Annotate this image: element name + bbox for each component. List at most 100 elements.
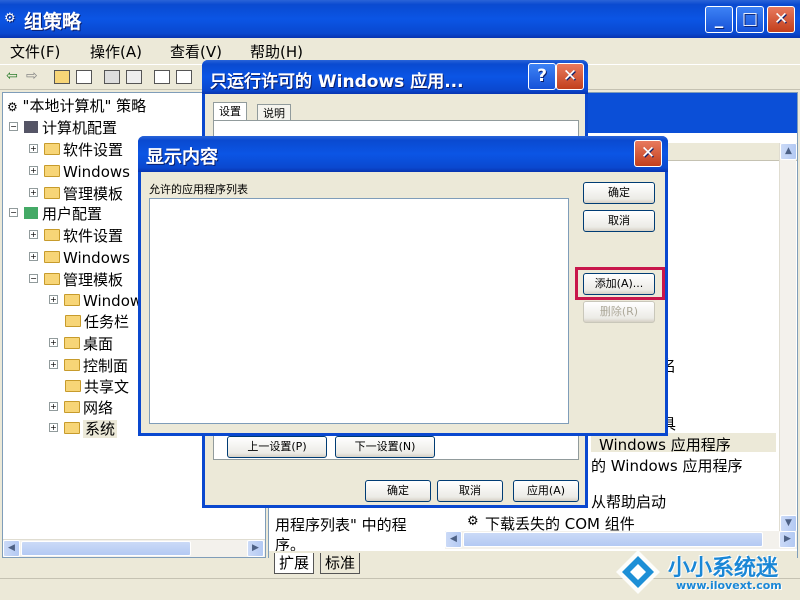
up-folder-icon[interactable] — [54, 70, 70, 84]
tree-node-user-config[interactable]: − 用户配置 — [9, 203, 102, 225]
policy-dialog-help-button[interactable]: ? — [528, 63, 556, 90]
tree-node-computer-config[interactable]: − 计算机配置 — [9, 117, 117, 139]
tree-label: 网络 — [83, 399, 114, 417]
policy-item-1[interactable]: Windows 应用程序 — [599, 434, 731, 455]
show-contents-cancel-button[interactable]: 取消 — [583, 210, 655, 232]
expand-icon[interactable]: + — [49, 360, 58, 369]
tree-node-taskbar[interactable]: 任务栏 — [65, 311, 129, 333]
scroll-right-arrow[interactable]: ▶ — [779, 531, 796, 548]
menu-file[interactable]: 文件(F) — [10, 41, 60, 62]
policy-apply-button[interactable]: 应用(A) — [513, 480, 579, 502]
tree-hscrollbar[interactable]: ◀ ▶ — [3, 539, 265, 557]
tree-node-network[interactable]: + 网络 — [49, 397, 113, 419]
tab-explain-label: 说明 — [263, 107, 285, 120]
tab-settings[interactable]: 设置 — [213, 102, 247, 121]
scroll-thumb[interactable] — [21, 541, 191, 556]
folder-icon — [44, 228, 60, 241]
tree-label: 计算机配置 — [42, 119, 118, 137]
folder-open-icon — [44, 272, 60, 285]
computer-icon — [24, 120, 38, 133]
tree-root[interactable]: ⚙ "本地计算机" 策略 — [7, 95, 146, 117]
remove-button-label: 删除(R) — [599, 305, 639, 318]
expand-icon[interactable]: + — [49, 338, 58, 347]
policy-ok-button[interactable]: 确定 — [365, 480, 431, 502]
details-hscrollbar[interactable]: ◀ ▶ — [445, 531, 797, 549]
tree-node-software-settings-user[interactable]: + 软件设置 — [29, 225, 123, 247]
tree-node-system[interactable]: + 系统 — [49, 418, 118, 440]
previous-setting-label: 上一设置(P) — [247, 440, 307, 453]
next-setting-button[interactable]: 下一设置(N) — [335, 436, 435, 458]
console-icon[interactable] — [176, 70, 192, 84]
tree-label: 管理模板 — [63, 185, 124, 203]
close-button[interactable]: ✕ — [767, 6, 795, 33]
tree-node-windows-components[interactable]: + Window — [49, 290, 142, 312]
expand-icon[interactable]: + — [29, 230, 38, 239]
tree-node-windows-settings-user[interactable]: + Windows — [29, 247, 130, 269]
policy-item-2[interactable]: 的 Windows 应用程序 — [591, 455, 743, 476]
expand-icon[interactable]: + — [29, 144, 38, 153]
tree-node-shared-folders[interactable]: 共享文 — [65, 376, 129, 398]
back-icon[interactable]: ⇦ — [6, 68, 18, 84]
tree-node-desktop[interactable]: + 桌面 — [49, 333, 113, 355]
menu-action[interactable]: 操作(A) — [90, 41, 142, 62]
tree-label: 用户配置 — [42, 205, 103, 223]
add-button[interactable]: 添加(A)... — [583, 273, 655, 295]
scroll-left-arrow[interactable]: ◀ — [3, 540, 20, 557]
show-contents-ok-label: 确定 — [608, 186, 630, 199]
show-contents-close-button[interactable]: ✕ — [634, 140, 662, 167]
scroll-left-arrow[interactable]: ◀ — [445, 531, 462, 548]
tree-node-windows-settings[interactable]: + Windows — [29, 161, 130, 183]
expand-icon[interactable]: + — [49, 423, 58, 432]
tree-label: 任务栏 — [84, 313, 130, 331]
scroll-down-arrow[interactable]: ▼ — [780, 515, 797, 532]
collapse-icon[interactable]: − — [29, 274, 38, 283]
tab-expand[interactable]: 扩展 — [274, 553, 315, 574]
folder-icon — [64, 293, 80, 306]
refresh-icon[interactable] — [126, 70, 142, 84]
forward-icon[interactable]: ⇨ — [26, 68, 38, 84]
scroll-thumb[interactable] — [463, 532, 763, 547]
remove-button[interactable]: 删除(R) — [583, 301, 655, 323]
minimize-button[interactable]: _ — [705, 6, 733, 33]
menu-view[interactable]: 查看(V) — [170, 41, 222, 62]
tab-standard-label: 标准 — [325, 554, 356, 572]
main-window-title: 组策略 — [24, 11, 82, 33]
app-icon: ⚙ — [4, 11, 16, 26]
expand-icon[interactable]: + — [29, 252, 38, 261]
tree-label: Windows — [63, 163, 130, 181]
tab-standard[interactable]: 标准 — [320, 553, 361, 574]
properties-icon[interactable] — [104, 70, 120, 84]
details-vscrollbar[interactable]: ▲ ▼ — [779, 143, 797, 533]
collapse-icon[interactable]: − — [9, 208, 18, 217]
show-contents-ok-button[interactable]: 确定 — [583, 182, 655, 204]
scroll-up-arrow[interactable]: ▲ — [780, 143, 797, 160]
tab-expand-label: 扩展 — [279, 554, 310, 572]
expand-icon[interactable]: + — [49, 402, 58, 411]
add-button-label: 添加(A)... — [594, 277, 644, 290]
menu-help[interactable]: 帮助(H) — [250, 41, 303, 62]
scroll-right-arrow[interactable]: ▶ — [247, 540, 264, 557]
tree-node-admin-templates-user[interactable]: − 管理模板 — [29, 269, 123, 291]
app-list-box[interactable] — [149, 198, 569, 424]
previous-setting-button[interactable]: 上一设置(P) — [227, 436, 327, 458]
expand-icon[interactable]: + — [49, 295, 58, 304]
policy-cancel-button[interactable]: 取消 — [437, 480, 503, 502]
policy-dialog-close-button[interactable]: ✕ — [556, 63, 584, 90]
maximize-button[interactable]: □ — [736, 6, 764, 33]
show-contents-title-bar: 显示内容 ✕ — [138, 136, 668, 172]
policy-apply-label: 应用(A) — [526, 484, 566, 497]
help-icon[interactable] — [154, 70, 170, 84]
watermark-url: www.ilovext.com — [676, 579, 782, 592]
collapse-icon[interactable]: − — [9, 122, 18, 131]
policy-item-3[interactable]: 从帮助启动 — [591, 491, 666, 512]
tree-toggle-icon[interactable] — [76, 70, 92, 84]
watermark-logo-icon — [614, 548, 662, 596]
tree-node-software-settings[interactable]: + 软件设置 — [29, 139, 123, 161]
expand-icon[interactable]: + — [29, 166, 38, 175]
show-contents-cancel-label: 取消 — [608, 214, 630, 227]
folder-icon — [44, 142, 60, 155]
folder-icon — [64, 400, 80, 413]
tree-node-admin-templates[interactable]: + 管理模板 — [29, 183, 123, 205]
tree-node-control-panel[interactable]: + 控制面 — [49, 355, 128, 377]
expand-icon[interactable]: + — [29, 188, 38, 197]
